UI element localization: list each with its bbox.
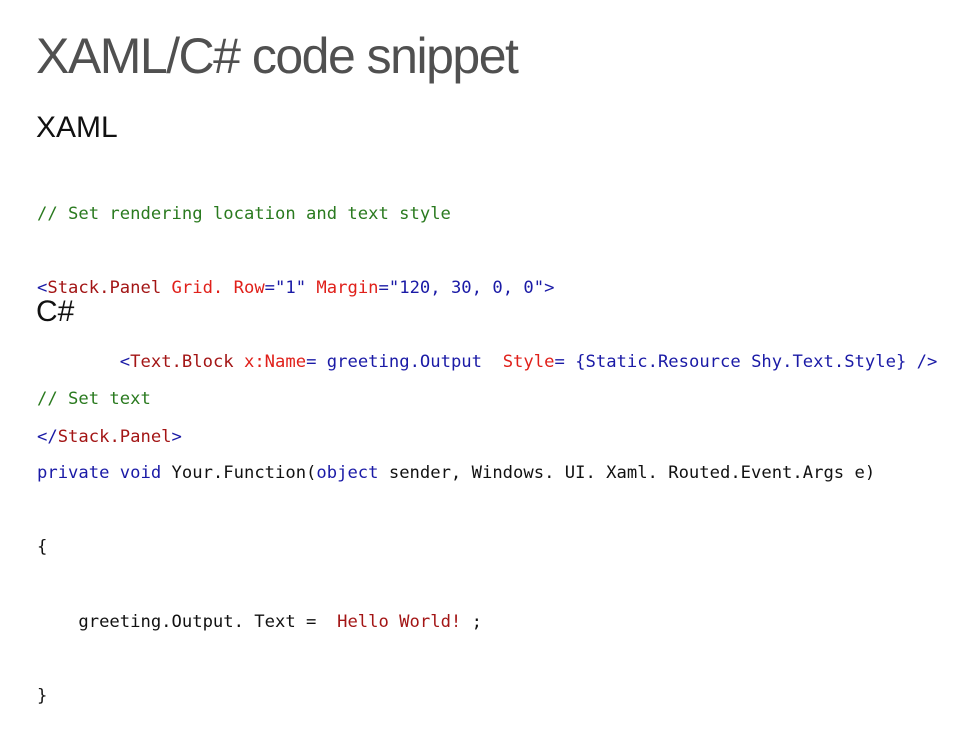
semicolon: ; [461, 611, 482, 632]
keyword: void [109, 462, 162, 483]
csharp-heading: C# [36, 295, 75, 328]
csharp-signature-line: private void Your.Function(object sender… [37, 461, 875, 486]
brace: } [37, 686, 48, 707]
bracket: /> [906, 352, 938, 373]
equals: = [264, 277, 276, 298]
csharp-comment-line: // Set text [37, 387, 875, 412]
code-comment: // Set text [37, 388, 151, 409]
page-title: XAML/C# code snippet [36, 28, 519, 84]
parameters: sender, Windows. UI. Xaml. Routed.Event.… [378, 462, 876, 483]
function-name: Your.Function( [161, 462, 317, 483]
attribute-name: Margin [306, 277, 379, 298]
keyword: private [37, 462, 110, 483]
csharp-open-brace-line: { [37, 535, 875, 560]
xaml-stackpanel-open-line: <Stack.Panel Grid. Row="1" Margin="120, … [37, 276, 937, 301]
assignment-target: greeting.Output. Text = [37, 611, 338, 632]
keyword: object [316, 462, 379, 483]
attribute-value: "120, 30, 0, 0" [388, 277, 545, 298]
attribute-value: "1" [275, 277, 307, 298]
code-comment: // Set rendering location and text style [37, 203, 451, 224]
xaml-comment-line: // Set rendering location and text style [37, 202, 937, 227]
csharp-assignment-line: greeting.Output. Text = Hello World! ; [37, 610, 875, 635]
brace: { [37, 537, 48, 558]
bracket: > [544, 277, 555, 298]
attribute-name: Grid. Row [161, 277, 265, 298]
string-literal: Hello World! [337, 611, 462, 632]
csharp-code-block: // Set text private void Your.Function(o… [37, 337, 875, 734]
xaml-heading: XAML [36, 111, 118, 144]
csharp-close-brace-line: } [37, 684, 875, 709]
equals: = [378, 277, 389, 298]
